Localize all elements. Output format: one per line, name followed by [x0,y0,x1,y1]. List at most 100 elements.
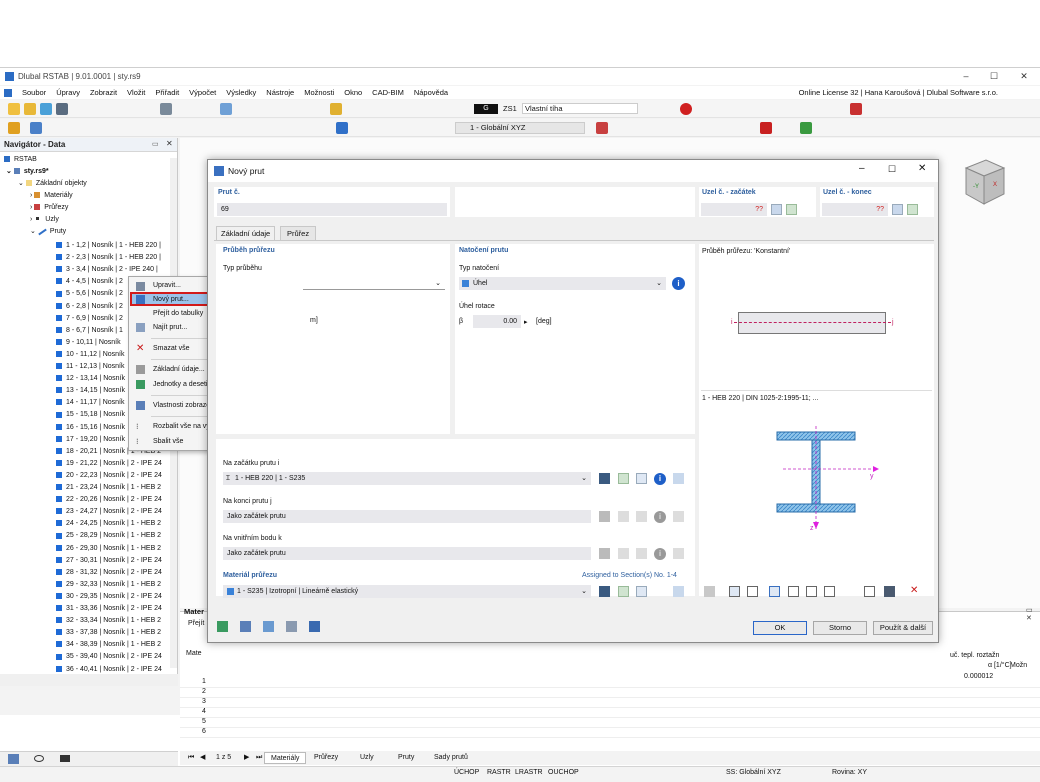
tab-members[interactable]: Pruty [392,752,420,764]
table-row[interactable]: 5 [180,718,1040,728]
tree-nodes[interactable]: › Uzly [30,214,59,226]
dialog-close-button[interactable]: ✕ [918,163,926,174]
table-row[interactable]: 3 [180,698,1040,708]
material-pick-icon[interactable] [673,586,684,597]
member-list-item[interactable]: 7 - 6,9 | Nosník | 2 [56,313,123,325]
prev-page-button[interactable]: ◀ [194,752,211,764]
member-list-item[interactable]: 9 - 10,11 | Nosník [56,337,121,349]
preview-i-icon[interactable] [788,586,799,597]
preview-export-icon[interactable] [884,586,895,597]
tab-basic-data[interactable]: Základní údaje [216,226,276,240]
menu-item-new-member[interactable]: Nový prut... [153,296,189,303]
distribution-type-select[interactable]: ⌄ [303,277,445,290]
member-list-item[interactable]: 16 - 15,16 | Nosník [56,422,125,434]
preview-section-icon[interactable] [769,586,780,597]
view-tab-icon[interactable] [34,755,44,762]
table-row[interactable]: 2 [180,688,1040,698]
tree-materials[interactable]: › Materiály [30,190,73,202]
view-footer-icon[interactable] [263,621,274,632]
display-footer-icon[interactable] [240,621,251,632]
member-list-item[interactable]: 8 - 6,7 | Nosník | 1 [56,325,123,337]
node-end-input[interactable]: ?? [822,203,888,216]
menu-item-find[interactable]: Najít prut... [153,324,187,331]
menu-edit[interactable]: Úpravy [56,88,80,97]
load-case-select[interactable]: Vlastní tíha [522,103,638,114]
goto-menu[interactable]: Přejít [188,620,204,627]
new-material-icon[interactable] [618,586,629,597]
member-list-item[interactable]: 28 - 31,32 | Nosník | 2 - IPE 24 [56,567,162,579]
ok-button[interactable]: OK [753,621,807,635]
status-lgrid[interactable]: LRASTR [515,769,543,776]
menu-options[interactable]: Možnosti [304,88,334,97]
dialog-minimize-button[interactable]: – [859,163,865,174]
close-window-button[interactable]: ✕ [1010,68,1038,85]
status-grid[interactable]: RASTR [487,769,511,776]
member-list-item[interactable]: 11 - 12,13 | Nosník [56,361,125,373]
section-library-icon[interactable] [599,473,610,484]
inner-section-select[interactable]: Jako začátek prutu [223,547,591,560]
node-start-input[interactable]: ?? [701,203,767,216]
menu-window[interactable]: Okno [344,88,362,97]
preview-close-icon[interactable]: ✕ [910,586,921,597]
member-list-item[interactable]: 2 - 2,3 | Nosník | 1 - HEB 220 | [56,252,161,264]
member-list-item[interactable]: 17 - 19,20 | Nosník [56,434,125,446]
member-list-item[interactable]: 4 - 4,5 | Nosník | 2 [56,276,123,288]
apply-next-button[interactable]: Použít & další [873,621,933,635]
member-icon[interactable] [30,122,42,134]
preview-settings-icon[interactable] [704,586,715,597]
edit-section-icon[interactable] [636,473,647,484]
preview-print-icon[interactable] [747,586,758,597]
coord-system-select[interactable]: 1 - Globální XYZ [455,122,585,134]
member-list-item[interactable]: 27 - 30,31 | Nosník | 2 - IPE 24 [56,555,162,567]
menu-item-basic-data[interactable]: Základní údaje... [153,366,205,373]
table-row[interactable]: 6 [180,728,1040,738]
member-list-item[interactable]: 24 - 24,25 | Nosník | 1 - HEB 2 [56,518,161,530]
pick-node-start-icon[interactable] [771,204,782,215]
display-icon[interactable] [800,122,812,134]
tab-sections[interactable]: Průřezy [308,752,344,764]
menu-file[interactable]: Soubor [22,88,46,97]
start-section-select[interactable]: Ɪ 1 - HEB 220 | 1 - S235 ⌄ [223,472,591,485]
member-list-item[interactable]: 21 - 23,24 | Nosník | 1 - HEB 2 [56,482,161,494]
beta-spin[interactable]: ▸ [524,318,528,326]
data-tab-icon[interactable] [8,754,19,764]
print-icon[interactable] [56,103,68,115]
member-list-item[interactable]: 14 - 11,17 | Nosník [56,397,125,409]
menu-item-edit[interactable]: Upravit... [153,282,181,289]
member-list-item[interactable]: 26 - 29,30 | Nosník | 1 - HEB 2 [56,543,161,555]
end-section-select[interactable]: Jako začátek prutu [223,510,591,523]
tab-section[interactable]: Průřez [280,226,317,240]
results-icon[interactable] [680,103,692,115]
node-icon[interactable] [8,122,20,134]
menu-calculate[interactable]: Výpočet [189,88,216,97]
menu-view[interactable]: Zobrazit [90,88,117,97]
preview-dim-icon[interactable] [806,586,817,597]
rotation-type-select[interactable]: Úhel ⌄ [459,277,666,290]
tab-nodes[interactable]: Uzly [354,752,380,764]
member-list-item[interactable]: 12 - 13,14 | Nosník [56,373,125,385]
maximize-button[interactable]: ☐ [980,68,1008,85]
member-list-item[interactable]: 6 - 2,8 | Nosník | 2 [56,301,123,313]
menu-item-collapse-all[interactable]: Sbalit vše [153,438,183,445]
member-list-item[interactable]: 10 - 11,12 | Nosník [56,349,125,361]
member-list-item[interactable]: 1 - 1,2 | Nosník | 1 - HEB 220 | [56,240,161,252]
table-row[interactable]: 1 [180,678,1040,688]
member-list-item[interactable]: 25 - 28,29 | Nosník | 1 - HEB 2 [56,530,161,542]
pin-icon[interactable]: ▭ [152,140,159,148]
member-list-item[interactable]: 20 - 22,23 | Nosník | 2 - IPE 24 [56,470,162,482]
member-no-input[interactable]: 69 [217,203,447,216]
tree-members[interactable]: ⌄ Pruty [30,226,66,238]
section-icon[interactable] [596,122,608,134]
section-info-icon[interactable]: i [654,473,666,485]
preview-frame-icon[interactable] [729,586,740,597]
tree-root[interactable]: RSTAB [4,154,37,166]
member-list-item[interactable]: 29 - 32,33 | Nosník | 1 - HEB 2 [56,579,161,591]
preview-grid-icon[interactable] [864,586,875,597]
member-list-item[interactable]: 3 - 3,4 | Nosník | 2 - IPE 240 | [56,264,158,276]
preview-axes-icon[interactable] [824,586,835,597]
tab-materials[interactable]: Materiály [264,752,307,764]
save-icon[interactable] [40,103,52,115]
section-pick-icon[interactable] [673,473,684,484]
close-red-icon[interactable] [760,122,772,134]
minimize-button[interactable]: – [952,68,980,85]
